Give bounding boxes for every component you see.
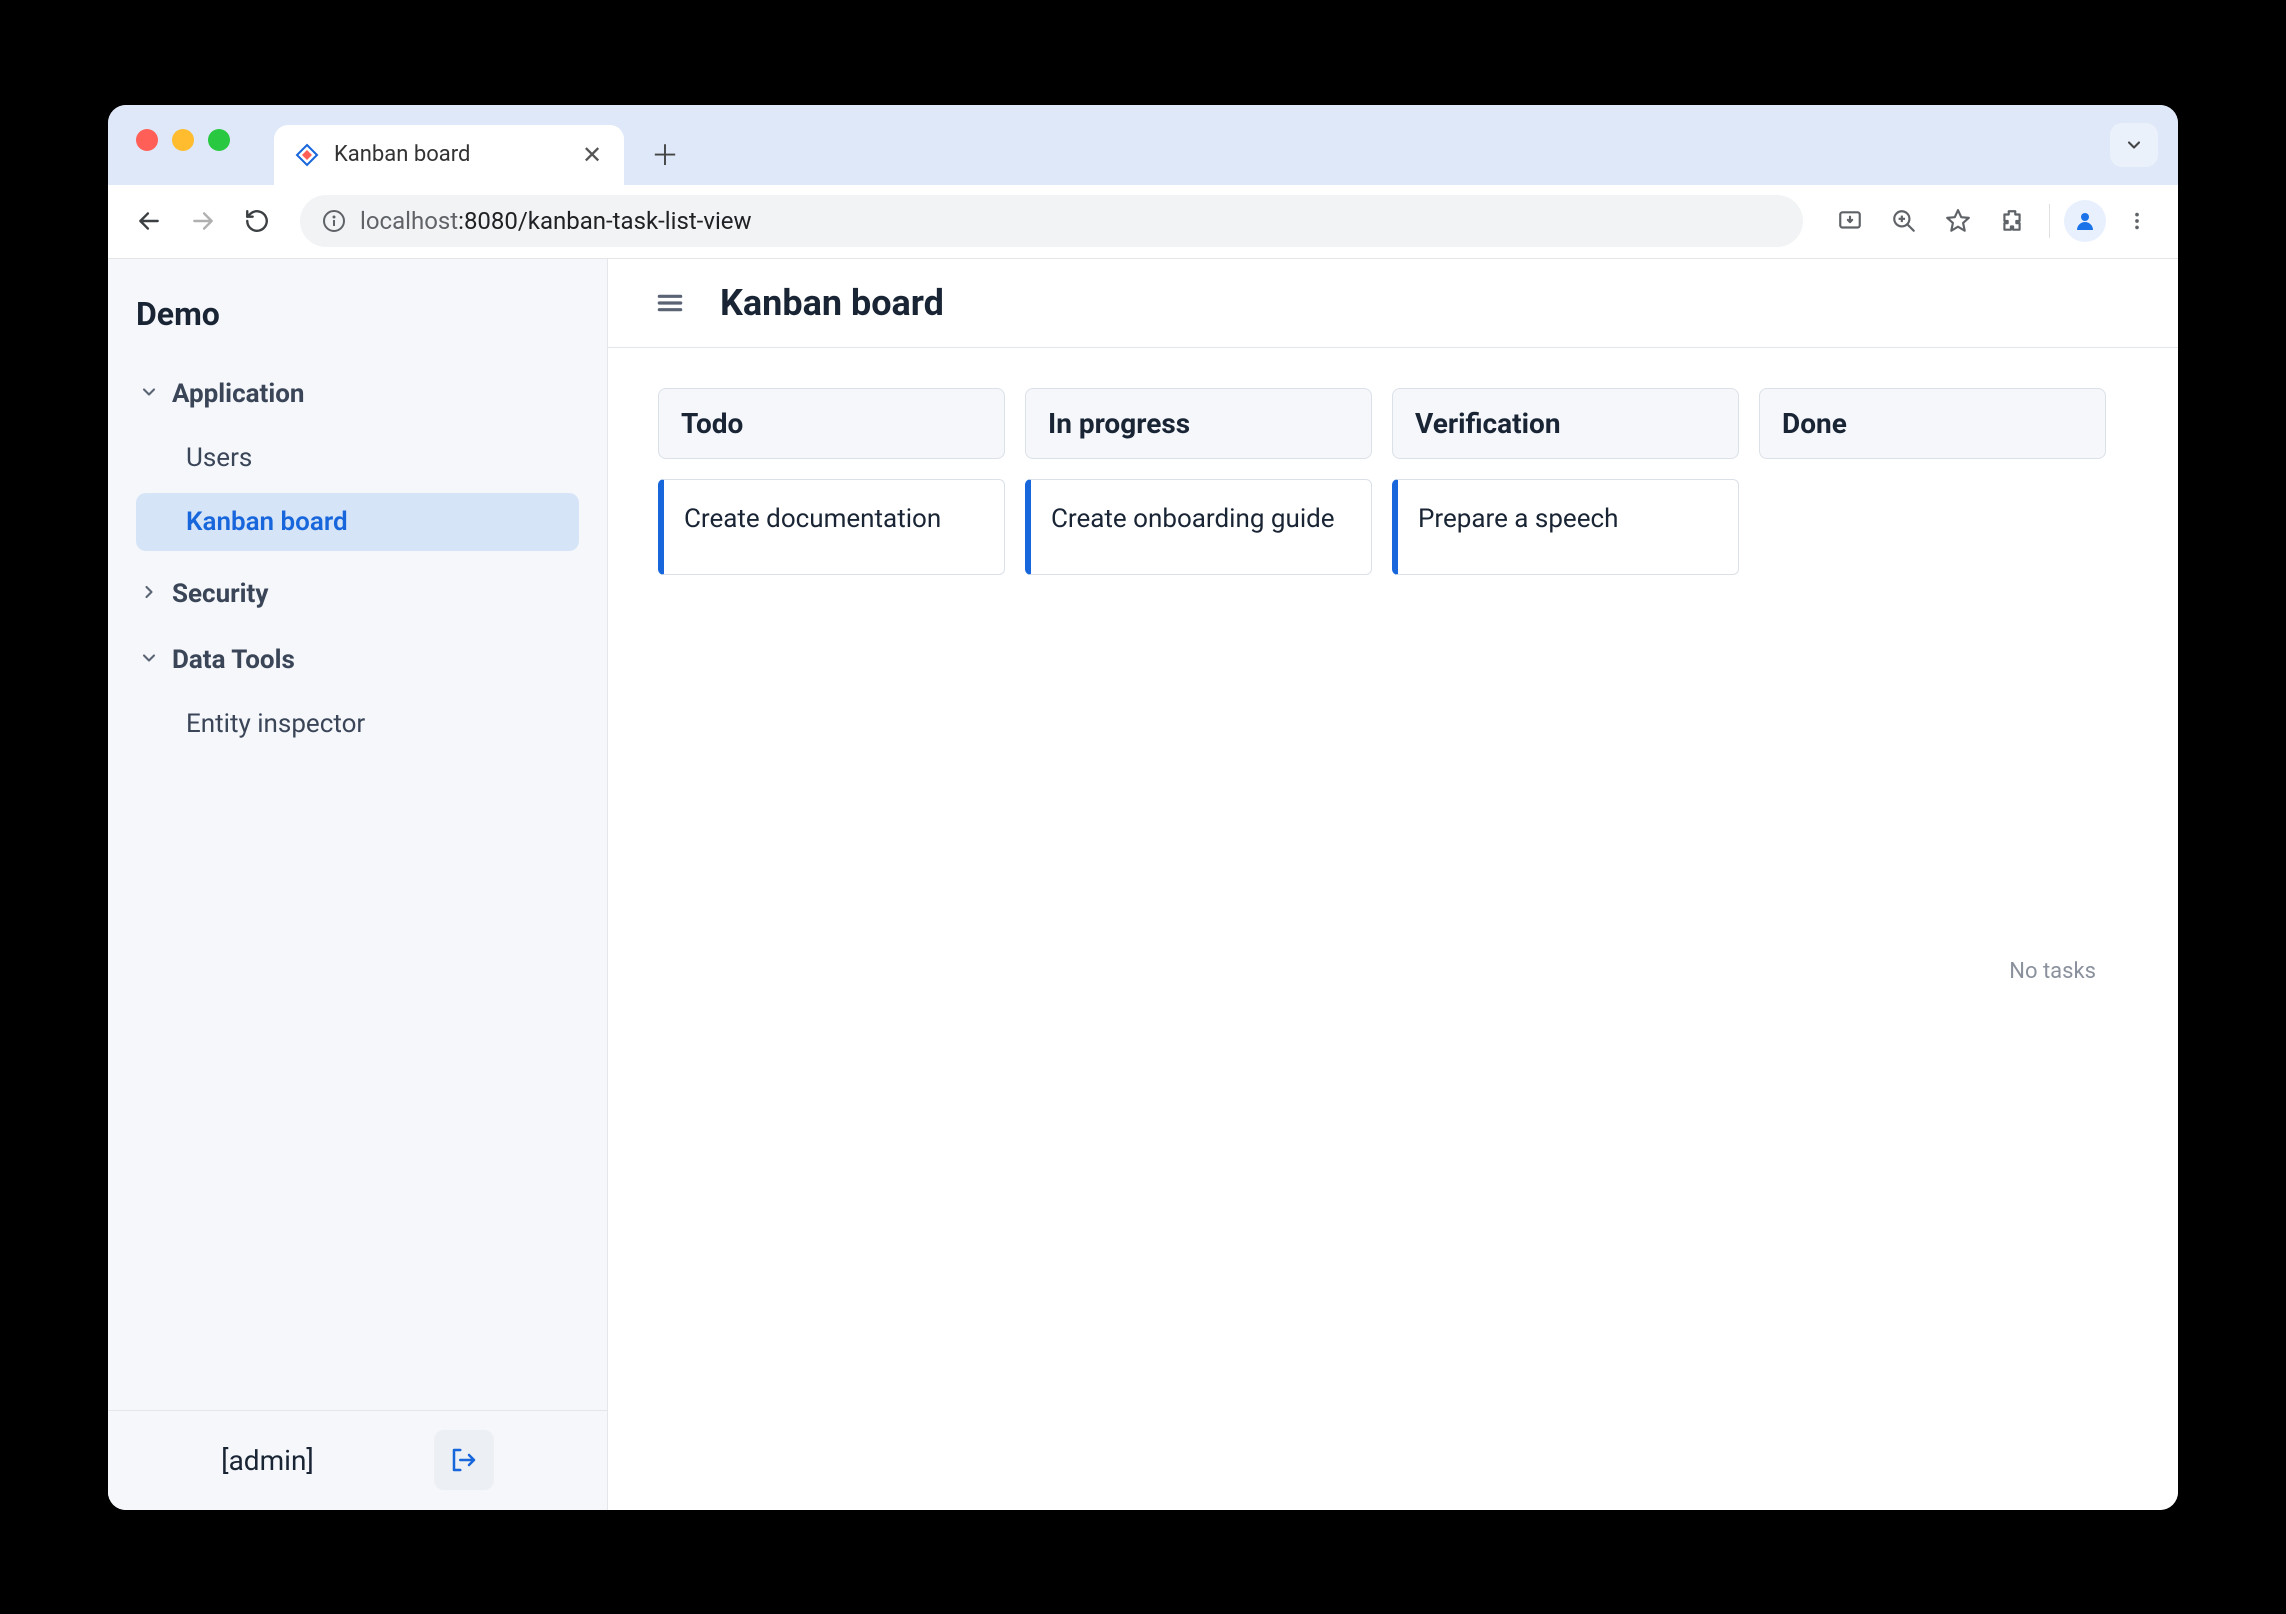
kanban-column-in-progress: In progress Create onboarding guide [1025,388,1372,575]
back-button[interactable] [126,198,172,244]
chevron-down-icon [136,645,162,675]
main-content: Kanban board Todo Create documentation I… [608,259,2178,1510]
group-label: Data Tools [172,645,295,675]
zoom-icon[interactable] [1881,198,1927,244]
sidebar-item-users[interactable]: Users [136,429,579,487]
window-controls [122,105,244,185]
browser-tab[interactable]: Kanban board ✕ [274,125,624,185]
browser-window: Kanban board ✕ ＋ localhost:8080/kanban-t… [108,105,2178,1510]
nav-group-application: Application Users Kanban board [108,361,607,561]
drawer-toggle-button[interactable] [648,281,692,325]
card-title: Create onboarding guide [1051,504,1335,534]
group-head-security[interactable]: Security [126,565,589,623]
sidebar-item-label: Kanban board [186,507,348,537]
tab-title: Kanban board [334,142,566,167]
kanban-card[interactable]: Create onboarding guide [1025,479,1372,575]
kanban-column-verification: Verification Prepare a speech [1392,388,1739,575]
kanban-card[interactable]: Create documentation [658,479,1005,575]
column-header: Todo [658,388,1005,459]
tab-favicon-icon [294,142,320,168]
kanban-column-todo: Todo Create documentation [658,388,1005,575]
url-text: localhost:8080/kanban-task-list-view [360,207,752,235]
sidebar-item-kanban-board[interactable]: Kanban board [136,493,579,551]
sidebar: Demo Application Users Kanban board [108,259,608,1510]
sidebar-item-entity-inspector[interactable]: Entity inspector [136,695,579,753]
browser-tab-strip: Kanban board ✕ ＋ [108,105,2178,185]
nav-group-data-tools: Data Tools Entity inspector [108,627,607,763]
group-label: Security [172,579,268,609]
browser-toolbar: localhost:8080/kanban-task-list-view [108,185,2178,259]
forward-button[interactable] [180,198,226,244]
empty-state-text: No tasks [1759,479,2106,984]
address-bar[interactable]: localhost:8080/kanban-task-list-view [300,195,1803,247]
menu-button[interactable] [2114,198,2160,244]
close-window-button[interactable] [136,129,158,151]
sidebar-item-label: Users [186,443,252,473]
app-root: Demo Application Users Kanban board [108,259,2178,1510]
column-header: In progress [1025,388,1372,459]
maximize-window-button[interactable] [208,129,230,151]
logout-button[interactable] [434,1430,494,1490]
chevron-down-icon [136,379,162,409]
install-app-icon[interactable] [1827,198,1873,244]
card-title: Create documentation [684,504,941,534]
nav-group-security: Security [108,561,607,627]
tabs-dropdown-button[interactable] [2110,123,2158,167]
kanban-card[interactable]: Prepare a speech [1392,479,1739,575]
kanban-column-done: Done No tasks [1759,388,2106,984]
site-info-icon[interactable] [322,209,346,233]
new-tab-button[interactable]: ＋ [640,129,690,179]
minimize-window-button[interactable] [172,129,194,151]
kanban-board: Todo Create documentation In progress Cr… [608,348,2178,1024]
bookmark-icon[interactable] [1935,198,1981,244]
chevron-right-icon [136,579,162,609]
group-head-data-tools[interactable]: Data Tools [126,631,589,689]
sidebar-item-label: Entity inspector [186,709,365,739]
page-title: Kanban board [720,282,944,324]
card-title: Prepare a speech [1418,504,1618,534]
group-label: Application [172,379,304,409]
group-head-application[interactable]: Application [126,365,589,423]
column-header: Verification [1392,388,1739,459]
close-tab-button[interactable]: ✕ [580,141,604,169]
page-header: Kanban board [608,259,2178,348]
column-header: Done [1759,388,2106,459]
current-user: [admin] [221,1444,314,1477]
reload-button[interactable] [234,198,280,244]
toolbar-actions [1827,198,2160,244]
profile-button[interactable] [2064,200,2106,242]
app-name: Demo [108,281,607,361]
extensions-icon[interactable] [1989,198,2035,244]
sidebar-footer: [admin] [108,1410,607,1510]
toolbar-separator [2049,204,2050,238]
